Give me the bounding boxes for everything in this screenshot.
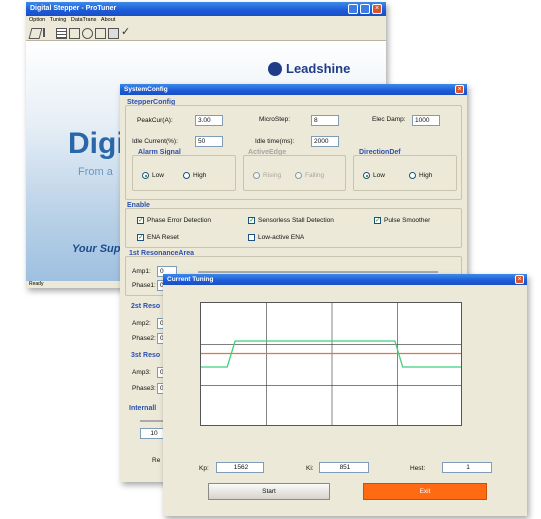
menu-about[interactable]: About	[101, 17, 115, 23]
hest-input[interactable]: 1	[442, 462, 492, 473]
connect-icon[interactable]	[28, 28, 43, 39]
system-config-title: SystemConfig	[124, 86, 168, 93]
toolbar: ✓	[26, 25, 386, 41]
direction-high-radio[interactable]	[409, 172, 416, 179]
low-active-ena-label: Low-active ENA	[258, 234, 305, 241]
waveform-icon[interactable]	[95, 28, 106, 39]
idle-current-input[interactable]: 50	[195, 136, 223, 147]
peak-cur-input[interactable]: 3.00	[195, 115, 223, 126]
sensorless-stall-checkbox[interactable]: ✓	[248, 217, 255, 224]
active-edge-falling-label: Falling	[305, 172, 325, 179]
leadshine-logo-icon	[268, 62, 282, 76]
status-text: Ready	[29, 281, 44, 287]
alarm-high-radio[interactable]	[183, 172, 190, 179]
low-active-ena-checkbox[interactable]	[248, 234, 255, 241]
current-tuning-titlebar: Current Tuning	[163, 274, 527, 285]
idle-current-label: Idle Current(%):	[132, 138, 178, 145]
direction-low-label: Low	[373, 172, 385, 179]
internal-slider[interactable]	[140, 420, 164, 422]
current-tuning-title: Current Tuning	[167, 276, 214, 283]
splash-title: Digi	[68, 127, 125, 160]
menu-option[interactable]: Option	[29, 17, 45, 23]
exit-button[interactable]: Exit	[363, 483, 487, 500]
kp-label: Kp:	[199, 465, 209, 472]
alarm-low-label: Low	[152, 172, 164, 179]
minimize-button[interactable]	[348, 4, 358, 14]
peak-cur-label: PeakCur(A):	[137, 117, 173, 124]
alarm-low-radio[interactable]	[142, 172, 149, 179]
exit-button-label: Exit	[419, 488, 431, 495]
idle-time-label: Idle time(ms):	[255, 138, 295, 145]
elec-damp-input[interactable]: 1000	[412, 115, 440, 126]
maximize-button[interactable]	[360, 4, 370, 14]
kp-input[interactable]: 1562	[216, 462, 264, 473]
main-window-titlebar: Digital Stepper - ProTuner	[26, 2, 386, 16]
phase-error-label: Phase Error Detection	[147, 217, 211, 224]
ena-reset-checkbox[interactable]: ✓	[137, 234, 144, 241]
menu-tuning[interactable]: Tuning	[50, 17, 67, 23]
start-button-label: Start	[262, 488, 276, 495]
main-close-button[interactable]: ×	[372, 4, 382, 14]
active-edge-falling-radio	[295, 172, 302, 179]
amp1-label: Amp1:	[132, 268, 151, 275]
current-response-chart	[200, 302, 462, 426]
pulse-smoother-label: Pulse Smoother	[384, 217, 431, 224]
current-tuning-close-button[interactable]: ×	[515, 275, 524, 284]
pulse-smoother-checkbox[interactable]: ✓	[374, 217, 381, 224]
phase-error-checkbox[interactable]: ✓	[137, 217, 144, 224]
splash-subtitle: From a	[78, 166, 113, 178]
amp3-label: Amp3:	[132, 369, 151, 376]
amp1-slider[interactable]	[198, 271, 438, 273]
internal-heading: Internall	[129, 405, 157, 412]
ena-reset-label: ENA Reset	[147, 234, 179, 241]
active-edge-rising-label: Rising	[263, 172, 282, 179]
direction-high-label: High	[419, 172, 433, 179]
idle-time-input[interactable]: 2000	[311, 136, 339, 147]
direction-low-radio[interactable]	[363, 172, 370, 179]
amp2-label: Amp2:	[132, 320, 151, 327]
phase3-label: Phase3:	[132, 385, 156, 392]
grid-icon[interactable]	[69, 28, 80, 39]
sensorless-stall-label: Sensorless Stall Detection	[258, 217, 334, 224]
micro-step-label: MicroStep:	[259, 116, 291, 123]
system-config-close-button[interactable]: ×	[455, 85, 464, 94]
resonance2-heading: 2st Reso	[131, 303, 161, 310]
micro-step-input[interactable]: 8	[311, 115, 339, 126]
re-label: Re	[152, 457, 161, 464]
disconnect-icon[interactable]	[43, 28, 54, 37]
alarm-high-label: High	[193, 172, 207, 179]
ki-input[interactable]: 851	[319, 462, 369, 473]
menu-datatrans[interactable]: DataTrans	[71, 17, 96, 23]
list-icon[interactable]	[56, 28, 67, 39]
phase2-label: Phase2:	[132, 335, 156, 342]
main-window-title: Digital Stepper - ProTuner	[30, 5, 117, 12]
splash-slogan: Your Supp	[72, 243, 128, 255]
system-config-titlebar: SystemConfig	[120, 84, 467, 95]
check-icon[interactable]: ✓	[121, 25, 130, 38]
enable-group	[125, 208, 462, 248]
menu-bar: Option Tuning DataTrans About	[26, 16, 386, 25]
active-edge-rising-radio	[253, 172, 260, 179]
resonance3-heading: 3st Reso	[131, 352, 161, 359]
settings-icon[interactable]	[108, 28, 119, 39]
elec-damp-label: Elec Damp:	[372, 116, 406, 123]
start-button[interactable]: Start	[208, 483, 330, 500]
scope-icon[interactable]	[82, 28, 93, 39]
ki-label: Ki:	[306, 465, 314, 472]
phase1-label: Phase1:	[132, 282, 156, 289]
current-tuning-window: Current Tuning × Kp: 1562 Ki: 851 Hest: …	[163, 274, 527, 516]
hest-label: Hest:	[410, 465, 426, 472]
brand-name: Leadshine	[286, 61, 351, 76]
